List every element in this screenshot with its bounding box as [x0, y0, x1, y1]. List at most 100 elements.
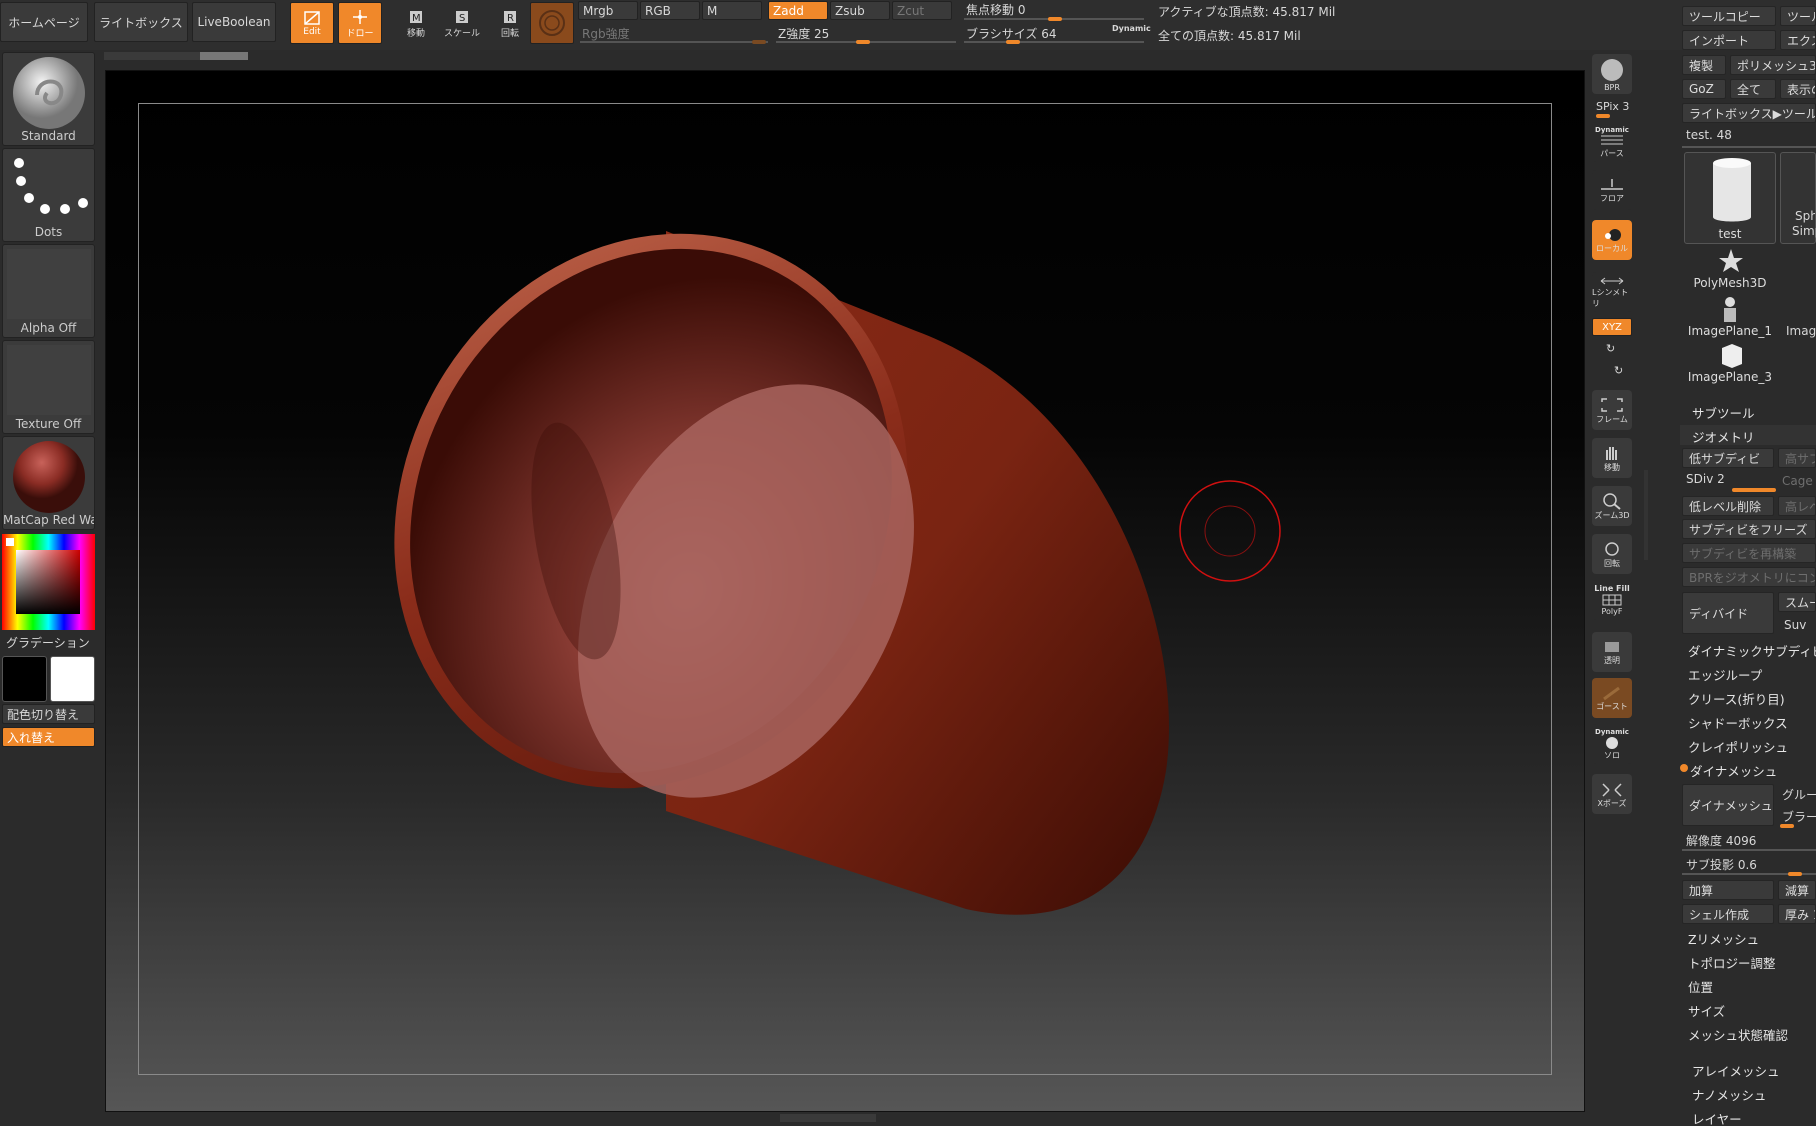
bottom-tray-handle[interactable]	[780, 1114, 876, 1122]
clone-button[interactable]: 複製	[1682, 55, 1726, 75]
freeze-subdiv-button[interactable]: サブディビをフリーズ	[1682, 519, 1816, 539]
groups-toggle[interactable]: グループ	[1782, 786, 1816, 803]
dynamesh-add-button[interactable]: 加算	[1682, 880, 1774, 900]
sdiv-slider[interactable]	[1732, 488, 1776, 492]
suv-toggle[interactable]: Suv	[1784, 618, 1806, 632]
delete-lower-button[interactable]: 低レベル削除	[1682, 496, 1774, 516]
brush-size-knob[interactable]	[1006, 40, 1020, 44]
claypolish-section[interactable]: クレイポリッシュ	[1688, 737, 1788, 756]
tool-thumb-simple[interactable]: Simple	[1780, 216, 1816, 244]
export-button[interactable]: エクスポート	[1780, 30, 1816, 50]
texture-selector[interactable]: Texture Off	[2, 340, 95, 434]
crease-section[interactable]: クリース(折り目)	[1688, 689, 1785, 708]
size-section[interactable]: サイズ	[1688, 1001, 1725, 1020]
import-button[interactable]: インポート	[1682, 30, 1776, 50]
tool-thumb-imageplane-1[interactable]: ImagePlane_1	[1684, 296, 1776, 340]
geometry-section[interactable]: ジオメトリ	[1692, 427, 1755, 446]
arraymesh-section[interactable]: アレイメッシュ	[1692, 1061, 1780, 1080]
move-mode-button[interactable]: M 移動	[394, 2, 438, 44]
right-scrollbar[interactable]	[1644, 470, 1648, 560]
rgb-button[interactable]: RGB	[640, 1, 700, 20]
edit-mode-button[interactable]: Edit	[290, 2, 334, 44]
topology-section[interactable]: トポロジー調整	[1688, 953, 1776, 972]
stroke-selector[interactable]: Dots	[2, 148, 95, 242]
smooth-toggle[interactable]: スムーズ	[1778, 592, 1816, 612]
cup-mesh[interactable]	[106, 71, 1586, 1113]
m-button[interactable]: M	[702, 1, 762, 20]
perspective-button[interactable]: Dynamic パース	[1592, 122, 1632, 162]
canvas-viewport[interactable]	[105, 70, 1585, 1112]
transparent-button[interactable]: 透明	[1592, 632, 1632, 672]
tool-slider[interactable]	[1682, 146, 1816, 148]
z-rotate-icon[interactable]: ↻	[1614, 364, 1623, 377]
create-shell-button[interactable]: シェル作成	[1682, 904, 1774, 924]
brush-size-slider[interactable]	[964, 41, 1144, 43]
divide-button[interactable]: ディバイド	[1682, 592, 1774, 634]
paste-tool-button[interactable]: ツールペースト	[1780, 6, 1816, 26]
saturation-square[interactable]	[16, 550, 80, 614]
material-selector[interactable]: MatCap Red Wax	[2, 436, 95, 530]
rotate-view-button[interactable]: 回転	[1592, 534, 1632, 574]
zoom3d-button[interactable]: ズーム3D	[1592, 486, 1632, 526]
scale-mode-button[interactable]: S スケール	[440, 2, 484, 44]
draw-mode-button[interactable]: ドロー	[338, 2, 382, 44]
secondary-color-swatch[interactable]	[50, 656, 95, 702]
lightbox-button[interactable]: ライトボックス	[94, 2, 188, 42]
goz-all-button[interactable]: 全て	[1730, 79, 1776, 99]
rgb-intensity-slider[interactable]	[580, 41, 768, 43]
resolution-slider[interactable]	[1682, 849, 1816, 851]
primary-color-swatch[interactable]	[2, 656, 47, 702]
spix-label[interactable]: SPix 3	[1596, 100, 1629, 113]
focal-shift-knob[interactable]	[1048, 17, 1062, 21]
lightbox-tool-button[interactable]: ライトボックス▶ツール	[1682, 103, 1816, 123]
lsym-button[interactable]: Lシンメトリ	[1592, 272, 1632, 312]
spix-slider[interactable]	[1596, 114, 1610, 118]
dynamesh-button[interactable]: ダイナメッシュ	[1682, 784, 1774, 826]
zsub-button[interactable]: Zsub	[830, 1, 890, 20]
xyz-button[interactable]: XYZ	[1592, 318, 1632, 336]
bpr-to-geo-button[interactable]: BPRをジオメトリにコンバート	[1682, 567, 1816, 587]
y-rotate-icon[interactable]: ↻	[1606, 342, 1615, 355]
bpr-button[interactable]: BPR	[1592, 54, 1632, 94]
make-polymesh3d-button[interactable]: ポリメッシュ3D	[1730, 55, 1816, 75]
higher-res-button[interactable]: 高サブディビ	[1778, 448, 1816, 468]
goz-visible-button[interactable]: 表示のみ	[1780, 79, 1816, 99]
brush-selector[interactable]: Standard	[2, 52, 95, 146]
delete-higher-button[interactable]: 高レベル削除	[1778, 496, 1816, 516]
polyf-button[interactable]: Line Fill PolyF	[1592, 580, 1632, 620]
home-page-button[interactable]: ホームページ	[0, 2, 88, 42]
pan-button[interactable]: 移動	[1592, 438, 1632, 478]
tool-thumb-test[interactable]: test	[1684, 152, 1776, 244]
tool-thumb-polymesh3d[interactable]: PolyMesh3D	[1684, 248, 1776, 292]
gradient-label[interactable]: グラデーション	[6, 634, 90, 651]
dynamesh-section[interactable]: ダイナメッシュ	[1690, 761, 1777, 780]
zadd-button[interactable]: Zadd	[768, 1, 828, 20]
layers-section[interactable]: レイヤー	[1692, 1109, 1742, 1126]
zremesher-section[interactable]: Zリメッシュ	[1688, 929, 1759, 948]
reconstruct-subdiv-button[interactable]: サブディビを再構築	[1682, 543, 1816, 563]
shadowbox-section[interactable]: シャドーボックス	[1688, 713, 1788, 732]
blur-slider[interactable]	[1780, 824, 1794, 828]
tool-thumb-imageplane-3[interactable]: ImagePlane_3	[1684, 342, 1776, 386]
lower-res-button[interactable]: 低サブディビ	[1682, 448, 1774, 468]
solo-button[interactable]: Dynamic ソロ	[1592, 724, 1632, 764]
frame-button[interactable]: フレーム	[1592, 390, 1632, 430]
color-picker[interactable]	[2, 534, 95, 630]
thickness-slider[interactable]: 厚み 1	[1778, 904, 1816, 924]
cage-button[interactable]: Cage	[1782, 474, 1813, 488]
mesh-integrity-section[interactable]: メッシュ状態確認	[1688, 1025, 1788, 1044]
xpose-button[interactable]: Xポーズ	[1592, 774, 1632, 814]
ghost-button[interactable]: ゴースト	[1592, 678, 1632, 718]
copy-tool-button[interactable]: ツールコピー	[1682, 6, 1776, 26]
edgeloop-section[interactable]: エッジループ	[1688, 665, 1762, 684]
dynamic-toggle[interactable]: Dynamic	[1112, 24, 1151, 33]
document-scrollbar[interactable]	[104, 52, 248, 60]
subtool-section[interactable]: サブツール	[1692, 403, 1755, 422]
zcut-button[interactable]: Zcut	[892, 1, 952, 20]
nanomesh-section[interactable]: ナノメッシュ	[1692, 1085, 1766, 1104]
swap-button[interactable]: 入れ替え	[2, 727, 95, 747]
material-mode-button[interactable]	[530, 2, 574, 44]
liveboolean-button[interactable]: LiveBoolean	[192, 2, 276, 42]
mrgb-button[interactable]: Mrgb	[578, 1, 638, 20]
position-section[interactable]: 位置	[1688, 977, 1713, 996]
